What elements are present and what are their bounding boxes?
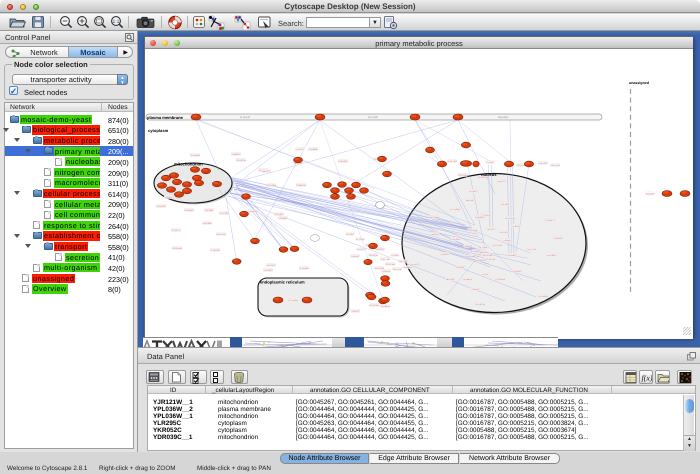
svg-text:YHR174W: YHR174W: [428, 216, 438, 219]
svg-text:YER091C: YER091C: [440, 253, 450, 256]
svg-text:YPL262W: YPL262W: [368, 254, 377, 257]
svg-text:YDL021W: YDL021W: [485, 258, 495, 261]
svg-text:YIL125W: YIL125W: [479, 246, 488, 249]
svg-text:YDR502C: YDR502C: [507, 254, 517, 257]
svg-text:YIL155C: YIL155C: [391, 254, 400, 257]
svg-text:YJL052W: YJL052W: [510, 225, 519, 228]
svg-text:YJL045W: YJL045W: [402, 266, 411, 269]
svg-text:YPL262W: YPL262W: [482, 254, 491, 257]
svg-text:YDL021W: YDL021W: [369, 304, 379, 307]
svg-text:YPR001W: YPR001W: [296, 184, 306, 187]
svg-text:YLR304C: YLR304C: [164, 196, 174, 199]
svg-text:YAL038W: YAL038W: [546, 254, 555, 257]
svg-text:YDL066W: YDL066W: [538, 295, 548, 298]
svg-text:YML120C: YML120C: [538, 162, 548, 165]
svg-text:YJL200C: YJL200C: [346, 233, 355, 236]
svg-text:YLR174W: YLR174W: [380, 258, 390, 261]
svg-text:YKL127W: YKL127W: [526, 248, 535, 251]
svg-text:YNL037C: YNL037C: [496, 180, 506, 183]
svg-text:YGR192C: YGR192C: [499, 231, 509, 234]
svg-text:YJL052W: YJL052W: [248, 210, 257, 213]
svg-text:YGL062W: YGL062W: [236, 159, 246, 162]
svg-text:YHR174W: YHR174W: [216, 233, 226, 236]
svg-text:YLR354C: YLR354C: [502, 239, 512, 242]
svg-text:YBR196C: YBR196C: [465, 199, 475, 202]
svg-text:YEL047C: YEL047C: [357, 248, 366, 251]
svg-text:YKL141W: YKL141W: [550, 164, 559, 167]
svg-text:YMR105C: YMR105C: [338, 160, 348, 163]
svg-text:YOL058W: YOL058W: [308, 148, 318, 151]
svg-text:YCR012W: YCR012W: [210, 249, 220, 252]
svg-text:YOL086C: YOL086C: [500, 203, 510, 206]
svg-text:YNL037C: YNL037C: [261, 170, 271, 173]
svg-text:YKL085W: YKL085W: [462, 278, 471, 281]
svg-text:YFR053C: YFR053C: [470, 288, 480, 291]
svg-text:YIL074C: YIL074C: [296, 148, 305, 151]
svg-text:YDR050C: YDR050C: [278, 217, 288, 220]
svg-text:YAL038W: YAL038W: [202, 222, 211, 225]
svg-text:YLR044C: YLR044C: [240, 116, 251, 119]
svg-text:YNR001C: YNR001C: [474, 259, 484, 262]
svg-text:YIL074C: YIL074C: [481, 273, 490, 276]
svg-text:YLR354C: YLR354C: [381, 270, 391, 273]
svg-text:YDL066W: YDL066W: [190, 154, 200, 157]
svg-text:plasma membrane: plasma membrane: [147, 115, 184, 120]
svg-text:YGL062W: YGL062W: [475, 303, 485, 306]
svg-text:YCL040W: YCL040W: [450, 208, 460, 211]
svg-text:YPL281C: YPL281C: [487, 228, 496, 231]
svg-text:YGL253W: YGL253W: [492, 244, 502, 247]
svg-text:unassigned: unassigned: [629, 81, 649, 85]
svg-text:YDR502C: YDR502C: [263, 269, 273, 272]
svg-text:YOR347C: YOR347C: [545, 219, 555, 222]
svg-text:YFR053C: YFR053C: [350, 310, 360, 313]
svg-text:YJL200C: YJL200C: [471, 250, 480, 253]
svg-text:YKL085W: YKL085W: [380, 305, 389, 308]
svg-text:YOR347C: YOR347C: [171, 229, 181, 232]
svg-text:YIL155C: YIL155C: [486, 161, 495, 164]
svg-text:YLR174W: YLR174W: [447, 160, 457, 163]
svg-text:YMR105C: YMR105C: [512, 270, 522, 273]
svg-text:YOR374W: YOR374W: [385, 263, 395, 266]
svg-text:YGR240C: YGR240C: [156, 205, 166, 208]
svg-text:endoplasmic reticulum: endoplasmic reticulum: [260, 280, 305, 285]
svg-text:f(x): f(x): [641, 374, 652, 383]
svg-text:YOL086C: YOL086C: [204, 209, 214, 212]
svg-text:YDL022W: YDL022W: [505, 217, 515, 220]
svg-text:YNR001C: YNR001C: [375, 248, 385, 251]
svg-text:YOR136W: YOR136W: [458, 174, 468, 177]
svg-text:YBR196C: YBR196C: [498, 116, 509, 119]
svg-text:YLR304C: YLR304C: [462, 245, 472, 248]
svg-text:YLR180W: YLR180W: [450, 238, 460, 241]
svg-text:YOL058W: YOL058W: [495, 278, 505, 281]
svg-text:YOR136W: YOR136W: [266, 184, 276, 187]
svg-text:YDR050C: YDR050C: [553, 237, 563, 240]
svg-text:1:1: 1:1: [113, 19, 120, 25]
svg-text:cytoplasm: cytoplasm: [148, 128, 169, 133]
svg-text:YBR218C: YBR218C: [445, 278, 455, 281]
svg-text:YML120C: YML120C: [398, 260, 408, 263]
svg-text:YIL125W: YIL125W: [356, 238, 365, 241]
svg-text:YPL281C: YPL281C: [267, 264, 276, 267]
svg-text:YGR254W: YGR254W: [467, 229, 477, 232]
svg-text:YDR148C: YDR148C: [466, 255, 476, 258]
svg-text:YMR205C: YMR205C: [184, 209, 194, 212]
svg-text:YGR254W: YGR254W: [172, 247, 182, 250]
svg-text:YML004C: YML004C: [430, 233, 440, 236]
svg-text:YKL060C: YKL060C: [469, 190, 478, 193]
svg-text:YLR044C: YLR044C: [350, 255, 360, 258]
svg-text:YCL040W: YCL040W: [288, 299, 298, 302]
svg-text:YDR402C: YDR402C: [455, 266, 465, 269]
svg-text:mitochondrion: mitochondrion: [174, 162, 203, 167]
svg-text:YMR205C: YMR205C: [475, 216, 485, 219]
svg-text:nucleus: nucleus: [481, 172, 497, 177]
svg-text:YKL141W: YKL141W: [392, 268, 401, 271]
svg-text:YLL041C: YLL041C: [411, 263, 420, 266]
svg-text:YLR180W: YLR180W: [299, 267, 309, 270]
svg-text:YDL022W: YDL022W: [219, 212, 229, 215]
svg-text:YGR192C: YGR192C: [274, 213, 284, 216]
svg-text:YML004C: YML004C: [645, 192, 655, 195]
svg-text:YKL060C: YKL060C: [368, 116, 379, 119]
svg-text:YER091C: YER091C: [231, 153, 241, 156]
